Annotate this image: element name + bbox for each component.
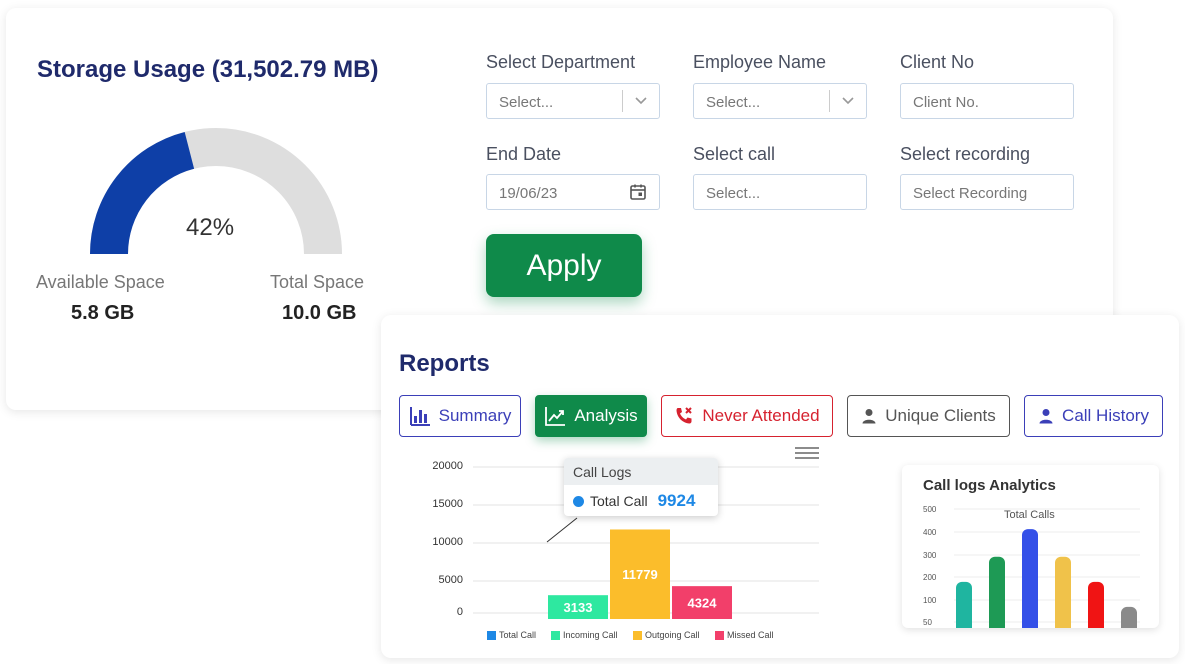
available-space-label: Available Space <box>36 272 165 292</box>
client-label: Client No <box>900 52 975 72</box>
employee-placeholder: Select... <box>706 94 761 111</box>
select-separator <box>829 90 830 112</box>
tab-unique-clients-label: Unique Clients <box>885 406 996 425</box>
calendar-icon[interactable] <box>629 183 647 201</box>
gauge-percent: 42% <box>186 214 235 241</box>
select-separator <box>622 90 623 112</box>
chevron-down-icon[interactable] <box>841 93 855 107</box>
legend-item[interactable]: Missed Call <box>715 630 774 640</box>
apply-button[interactable]: Apply <box>486 234 642 297</box>
call-select[interactable]: Select... <box>693 174 867 210</box>
mini-y-tick-label: 50 <box>923 618 932 627</box>
mini-y-tick-label: 100 <box>923 596 937 605</box>
mini-bar[interactable] <box>1088 581 1104 628</box>
tooltip-title: Call Logs <box>564 458 718 485</box>
call-label: Select call <box>693 144 776 164</box>
mini-y-tick-label: 400 <box>923 528 937 537</box>
available-space-value: 5.8 GB <box>71 302 135 324</box>
department-placeholder: Select... <box>499 94 554 111</box>
mini-y-tick-label: 200 <box>923 573 937 582</box>
end-date-label: End Date <box>486 144 562 164</box>
bar-value-label: 11779 <box>622 567 657 582</box>
recording-label: Select recording <box>900 144 1031 164</box>
tab-call-history[interactable]: Call History <box>1024 395 1163 437</box>
mini-bar[interactable] <box>1022 529 1038 628</box>
mini-bar-chart: 500 400 300 200 100 50 <box>923 505 1140 628</box>
legend-item[interactable]: Incoming Call <box>551 630 618 640</box>
bar-value-label: 4324 <box>688 596 718 611</box>
chevron-down-icon[interactable] <box>634 93 648 107</box>
tab-call-history-label: Call History <box>1062 406 1149 425</box>
tooltip-value: 9924 <box>657 491 696 510</box>
storage-title: Storage Usage (31,502.79 MB) <box>37 56 379 83</box>
mini-y-tick-label: 500 <box>923 505 937 514</box>
legend-item[interactable]: Total Call <box>487 630 536 640</box>
mini-bar[interactable] <box>989 556 1005 628</box>
legend-swatch <box>633 630 642 640</box>
total-space-label: Total Space <box>270 272 365 292</box>
mini-y-tick-label: 300 <box>923 551 937 560</box>
legend-label: Missed Call <box>727 630 774 640</box>
client-placeholder: Client No. <box>913 94 979 111</box>
tooltip-dot <box>573 495 584 507</box>
call-placeholder: Select... <box>706 185 761 202</box>
user-icon <box>1039 409 1053 424</box>
mini-bar[interactable] <box>1055 556 1071 628</box>
legend-label: Incoming Call <box>563 630 618 640</box>
employee-select[interactable]: Select... <box>693 83 867 119</box>
mini-bar[interactable] <box>956 581 972 628</box>
client-input[interactable]: Client No. <box>900 83 1074 119</box>
gauge-used <box>90 131 195 255</box>
total-space-value: 10.0 GB <box>282 302 357 324</box>
recording-placeholder: Select Recording <box>913 185 1028 202</box>
chart-tooltip: Call Logs Total Call 9924 <box>564 458 718 516</box>
department-label: Select Department <box>486 52 636 72</box>
legend-swatch <box>487 630 496 640</box>
bar-value-label: 3133 <box>564 600 593 615</box>
call-logs-analytics-card: Call logs Analytics Total Calls 500 400 30… <box>902 465 1159 628</box>
legend-swatch <box>551 630 560 640</box>
legend-item[interactable]: Outgoing Call <box>633 630 700 640</box>
tooltip-series: Total Call <box>590 493 648 509</box>
end-date-input[interactable]: 19/06/23 <box>486 174 660 210</box>
reports-card: Reports Summary Analysis Never Attended … <box>381 315 1179 658</box>
employee-label: Employee Name <box>693 52 827 72</box>
department-select[interactable]: Select... <box>486 83 660 119</box>
legend-label: Total Call <box>499 630 537 640</box>
recording-select[interactable]: Select Recording <box>900 174 1074 210</box>
legend-label: Outgoing Call <box>645 630 700 640</box>
tooltip-pointer <box>546 517 578 543</box>
mini-bar[interactable] <box>1121 606 1137 628</box>
end-date-value: 19/06/23 <box>499 185 558 202</box>
legend-swatch <box>715 630 724 640</box>
